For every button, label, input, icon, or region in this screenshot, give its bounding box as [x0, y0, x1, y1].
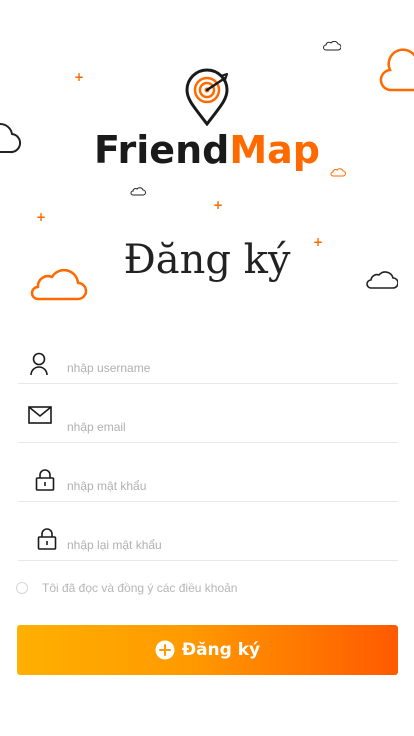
brand-name-part1: Friend: [94, 128, 230, 172]
plus-decoration-icon: +: [36, 210, 47, 224]
password-input[interactable]: [67, 475, 387, 497]
register-button[interactable]: Đăng ký: [17, 625, 398, 675]
lock-icon: [37, 527, 63, 553]
cloud-decoration: [323, 41, 341, 51]
terms-label: Tôi đã đọc và đồng ý các điều khoản: [42, 581, 238, 595]
brand-name-part2: Map: [229, 128, 320, 172]
plus-circle-icon: [155, 640, 175, 660]
user-icon: [29, 352, 55, 378]
email-input[interactable]: [67, 416, 387, 438]
lock-icon: [35, 468, 61, 494]
confirm-password-input[interactable]: [67, 534, 387, 556]
location-pin-target-icon: [185, 68, 229, 127]
confirm-password-field: [18, 520, 398, 561]
username-input[interactable]: [67, 357, 387, 379]
plus-decoration-icon: +: [213, 198, 224, 212]
register-button-label: Đăng ký: [181, 640, 261, 660]
brand-name: FriendMap: [0, 128, 414, 172]
username-field: [18, 343, 398, 384]
email-field: [18, 402, 398, 443]
cloud-decoration: [130, 187, 146, 196]
terms-radio[interactable]: [16, 582, 28, 594]
page-title: Đăng ký: [123, 237, 291, 283]
brand-logo: FriendMap: [0, 68, 414, 172]
mail-icon: [28, 405, 54, 431]
password-field: [18, 461, 398, 502]
